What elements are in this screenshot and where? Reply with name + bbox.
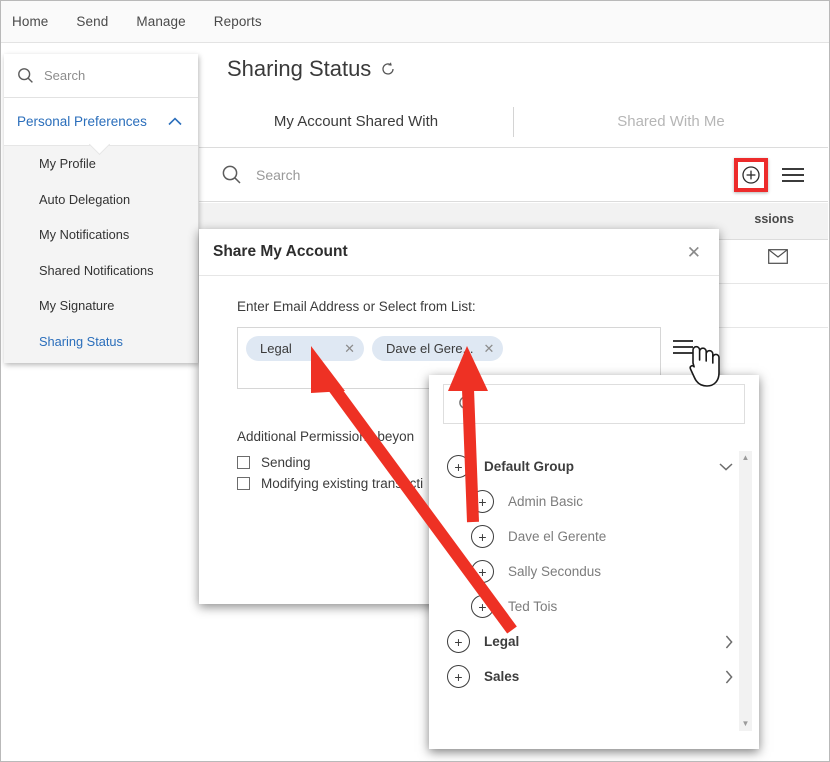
picker-scrollbar[interactable]: ▲ ▼ [739, 451, 752, 731]
remove-chip-icon[interactable]: ✕ [344, 341, 355, 357]
add-icon[interactable]: + [471, 560, 494, 583]
nav-item-manage[interactable]: Manage [136, 14, 185, 29]
chevron-right-icon[interactable] [725, 635, 733, 649]
add-icon[interactable]: + [471, 595, 494, 618]
recipient-chip-label: Legal [260, 341, 292, 356]
tab-my-account-shared-with[interactable]: My Account Shared With [199, 105, 513, 140]
picker-row-dave-el-gerente[interactable]: + Dave el Gerente [429, 519, 759, 554]
search-icon [221, 164, 242, 185]
chevron-right-icon[interactable] [725, 670, 733, 684]
nav-item-send[interactable]: Send [76, 14, 108, 29]
picker-row-label: Sally Secondus [508, 564, 602, 579]
tab-shared-with-me[interactable]: Shared With Me [514, 105, 828, 140]
recipient-chip-label: Dave el Gere... [386, 341, 474, 356]
contact-picker-dropdown: + Default Group + Admin Basic + Dave el … [429, 375, 759, 749]
picker-row-legal[interactable]: + Legal [429, 624, 759, 659]
add-icon[interactable]: + [471, 490, 494, 513]
sidebar-group-label: Personal Preferences [17, 114, 147, 129]
search-icon [458, 395, 476, 413]
picker-row-label: Ted Tois [508, 599, 558, 614]
top-navigation-bar: Home Send Manage Reports [1, 1, 829, 43]
sidebar-search-input[interactable]: Search [44, 68, 85, 83]
picker-row-sales[interactable]: + Sales [429, 659, 759, 694]
picker-row-sally-secondus[interactable]: + Sally Secondus [429, 554, 759, 589]
sidebar-item-my-signature[interactable]: My Signature [4, 288, 198, 324]
application-window: Home Send Manage Reports Sharing Status … [0, 0, 830, 762]
add-share-button[interactable] [738, 161, 764, 188]
envelope-icon [768, 249, 788, 264]
add-icon[interactable]: + [447, 665, 470, 688]
content-list-options-icon[interactable] [782, 167, 804, 182]
page-title-text: Sharing Status [227, 56, 372, 81]
picker-row-label: Default Group [484, 459, 574, 474]
list-icon [673, 340, 693, 354]
picker-row-admin-basic[interactable]: + Admin Basic [429, 484, 759, 519]
recipient-chip-dave-el-gerente[interactable]: Dave el Gere... ✕ [372, 336, 504, 361]
checkbox-modifying-existing-transactions[interactable] [237, 477, 250, 490]
picker-row-ted-tois[interactable]: + Ted Tois [429, 589, 759, 624]
tab-bar: My Account Shared With Shared With Me [199, 97, 828, 148]
add-icon[interactable]: + [471, 525, 494, 548]
content-search-input[interactable]: Search [256, 167, 734, 183]
checkbox-label: Modifying existing transacti [261, 476, 424, 491]
picker-row-label: Dave el Gerente [508, 529, 607, 544]
dialog-title: Share My Account [213, 243, 348, 260]
scroll-down-icon[interactable]: ▼ [742, 720, 750, 728]
shares-table-header-permissions: ssions [754, 212, 794, 226]
page-title: Sharing Status [227, 56, 396, 82]
picker-row-default-group[interactable]: + Default Group [429, 449, 759, 484]
picker-row-label: Sales [484, 669, 520, 684]
picker-search[interactable] [443, 384, 745, 424]
sidebar-item-sharing-status[interactable]: Sharing Status [4, 324, 198, 360]
search-icon [17, 67, 34, 84]
add-icon[interactable]: + [447, 630, 470, 653]
nav-item-home[interactable]: Home [12, 14, 48, 29]
chevron-down-icon[interactable] [719, 462, 733, 471]
sidebar-item-my-notifications[interactable]: My Notifications [4, 217, 198, 253]
picker-row-label: Legal [484, 634, 520, 649]
email-field-label: Enter Email Address or Select from List: [237, 299, 476, 314]
close-icon[interactable]: ✕ [687, 244, 701, 261]
open-contact-list-button[interactable] [661, 327, 705, 354]
nav-item-reports[interactable]: Reports [214, 14, 262, 29]
dialog-header: Share My Account ✕ [199, 229, 719, 276]
scroll-up-icon[interactable]: ▲ [742, 454, 750, 462]
add-icon[interactable]: + [447, 455, 470, 478]
recipient-chip-legal[interactable]: Legal ✕ [246, 336, 364, 361]
checkbox-label: Sending [261, 455, 311, 470]
sidebar-item-auto-delegation[interactable]: Auto Delegation [4, 182, 198, 218]
sidebar-search[interactable]: Search [4, 54, 198, 98]
sidebar-group-personal-preferences[interactable]: Personal Preferences [4, 98, 198, 146]
sidebar: Search Personal Preferences My Profile A… [4, 54, 198, 363]
picker-list: + Default Group + Admin Basic + Dave el … [429, 439, 759, 743]
checkbox-sending[interactable] [237, 456, 250, 469]
content-search-row: Search [199, 148, 828, 202]
chevron-up-icon [168, 117, 182, 126]
picker-row-label: Admin Basic [508, 494, 584, 509]
sidebar-item-shared-notifications[interactable]: Shared Notifications [4, 253, 198, 289]
remove-chip-icon[interactable]: ✕ [483, 341, 494, 357]
add-share-highlight [734, 157, 768, 192]
refresh-icon[interactable] [380, 61, 396, 77]
